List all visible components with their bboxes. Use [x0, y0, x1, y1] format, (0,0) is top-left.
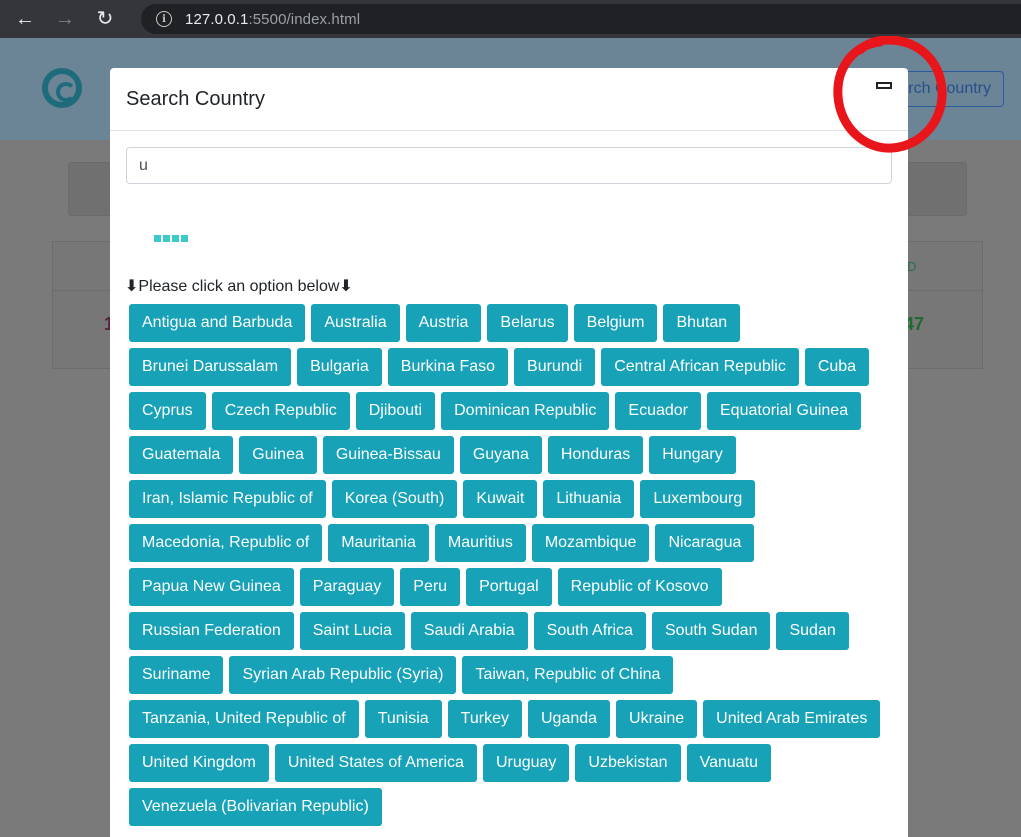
arrow-down-icon: ⬇ [339, 278, 353, 295]
country-option-button[interactable]: Portugal [466, 568, 552, 606]
country-option-button[interactable]: Uzbekistan [575, 744, 681, 782]
country-option-button[interactable]: Kuwait [463, 480, 538, 518]
country-option-button[interactable]: South Sudan [651, 612, 771, 650]
country-option-button[interactable]: South Africa [533, 612, 646, 650]
country-option-button[interactable]: Lithuania [543, 480, 635, 518]
country-option-button[interactable]: Sudan [776, 612, 849, 650]
country-option-button[interactable]: Republic of Kosovo [557, 568, 722, 606]
country-option-button[interactable]: Macedonia, Republic of [129, 524, 323, 562]
country-option-button[interactable]: Czech Republic [211, 392, 350, 430]
address-bar[interactable]: i 127.0.0.1:5500/index.html [141, 4, 1021, 34]
browser-toolbar: ← → ↻ i 127.0.0.1:5500/index.html [0, 0, 1021, 38]
country-option-button[interactable]: Djibouti [355, 392, 436, 430]
country-option-button[interactable]: Tanzania, United Republic of [129, 700, 359, 738]
logo-icon [42, 68, 82, 108]
country-option-button[interactable]: Bulgaria [297, 348, 382, 386]
instruction-text: ⬇Please click an option below⬇ [125, 276, 353, 296]
country-option-button[interactable]: Guyana [459, 436, 542, 474]
country-option-button[interactable]: United Kingdom [129, 744, 269, 782]
country-option-button[interactable]: Uganda [527, 700, 611, 738]
country-option-button[interactable]: Turkey [447, 700, 522, 738]
country-option-button[interactable]: Mauritius [434, 524, 526, 562]
country-option-button[interactable]: Tunisia [364, 700, 442, 738]
country-option-button[interactable]: Paraguay [299, 568, 395, 606]
country-option-button[interactable]: Guinea-Bissau [322, 436, 454, 474]
country-option-button[interactable]: Suriname [129, 656, 224, 694]
country-option-button[interactable]: Uruguay [482, 744, 570, 782]
country-option-button[interactable]: Korea (South) [331, 480, 458, 518]
country-option-button[interactable]: Guinea [239, 436, 317, 474]
url-host: 127.0.0.1 [185, 10, 249, 28]
reload-icon[interactable]: ↻ [90, 4, 120, 34]
loader-dot [154, 235, 161, 242]
country-option-button[interactable]: Vanuatu [686, 744, 771, 782]
country-option-button[interactable]: Ukraine [616, 700, 698, 738]
modal-title: Search Country [126, 88, 265, 110]
country-option-button[interactable]: Cuba [804, 348, 870, 386]
country-option-button[interactable]: Russian Federation [129, 612, 294, 650]
country-option-button[interactable]: Honduras [547, 436, 644, 474]
country-option-button[interactable]: Bhutan [663, 304, 741, 342]
arrow-down-icon: ⬇ [125, 278, 139, 295]
country-option-button[interactable]: Burundi [514, 348, 596, 386]
stat-right-label: D [907, 259, 917, 274]
country-option-button[interactable]: Luxembourg [640, 480, 756, 518]
loader-dot [172, 235, 179, 242]
url-path: :5500/index.html [248, 10, 361, 28]
loader-dot [181, 235, 188, 242]
country-option-button[interactable]: Mozambique [531, 524, 650, 562]
loading-indicator [154, 235, 188, 242]
country-option-button[interactable]: Iran, Islamic Republic of [129, 480, 326, 518]
country-option-button[interactable]: Equatorial Guinea [707, 392, 862, 430]
country-option-button[interactable]: United States of America [274, 744, 477, 782]
loader-dot [163, 235, 170, 242]
back-icon[interactable]: ← [10, 4, 40, 34]
country-option-button[interactable]: Dominican Republic [441, 392, 610, 430]
country-option-button[interactable]: Ecuador [615, 392, 701, 430]
country-option-button[interactable]: Saudi Arabia [410, 612, 528, 650]
country-option-button[interactable]: Mauritania [328, 524, 429, 562]
instruction-label: Please click an option below [138, 278, 340, 295]
country-option-button[interactable]: Belgium [573, 304, 658, 342]
country-option-button[interactable]: Cyprus [129, 392, 206, 430]
country-option-button[interactable]: Austria [405, 304, 482, 342]
annotation-circle [833, 36, 947, 153]
country-option-button[interactable]: Australia [311, 304, 400, 342]
country-option-button[interactable]: Venezuela (Bolivarian Republic) [129, 788, 382, 826]
country-option-button[interactable]: Papua New Guinea [129, 568, 294, 606]
country-option-button[interactable]: Guatemala [129, 436, 234, 474]
modal-header: Search Country [110, 68, 908, 131]
info-icon[interactable]: i [156, 11, 172, 27]
country-option-button[interactable]: Peru [400, 568, 461, 606]
search-input[interactable] [126, 147, 892, 184]
country-options: Antigua and Barbuda Australia Austria Belar… [126, 304, 892, 832]
country-option-button[interactable]: United Arab Emirates [703, 700, 881, 738]
country-option-button[interactable]: Hungary [649, 436, 736, 474]
url-text: 127.0.0.1:5500/index.html [185, 11, 360, 28]
country-option-button[interactable]: Burkina Faso [387, 348, 509, 386]
country-option-button[interactable]: Saint Lucia [299, 612, 405, 650]
country-option-button[interactable]: Central African Republic [601, 348, 799, 386]
search-country-modal: Search Country ⬇Please click an option b… [110, 68, 908, 837]
country-option-button[interactable]: Belarus [487, 304, 568, 342]
country-option-button[interactable]: Syrian Arab Republic (Syria) [229, 656, 457, 694]
country-option-button[interactable]: Taiwan, Republic of China [462, 656, 674, 694]
country-option-button[interactable]: Nicaragua [655, 524, 755, 562]
country-option-button[interactable]: Brunei Darussalam [129, 348, 292, 386]
country-option-button[interactable]: Antigua and Barbuda [129, 304, 306, 342]
forward-icon[interactable]: → [50, 4, 80, 34]
